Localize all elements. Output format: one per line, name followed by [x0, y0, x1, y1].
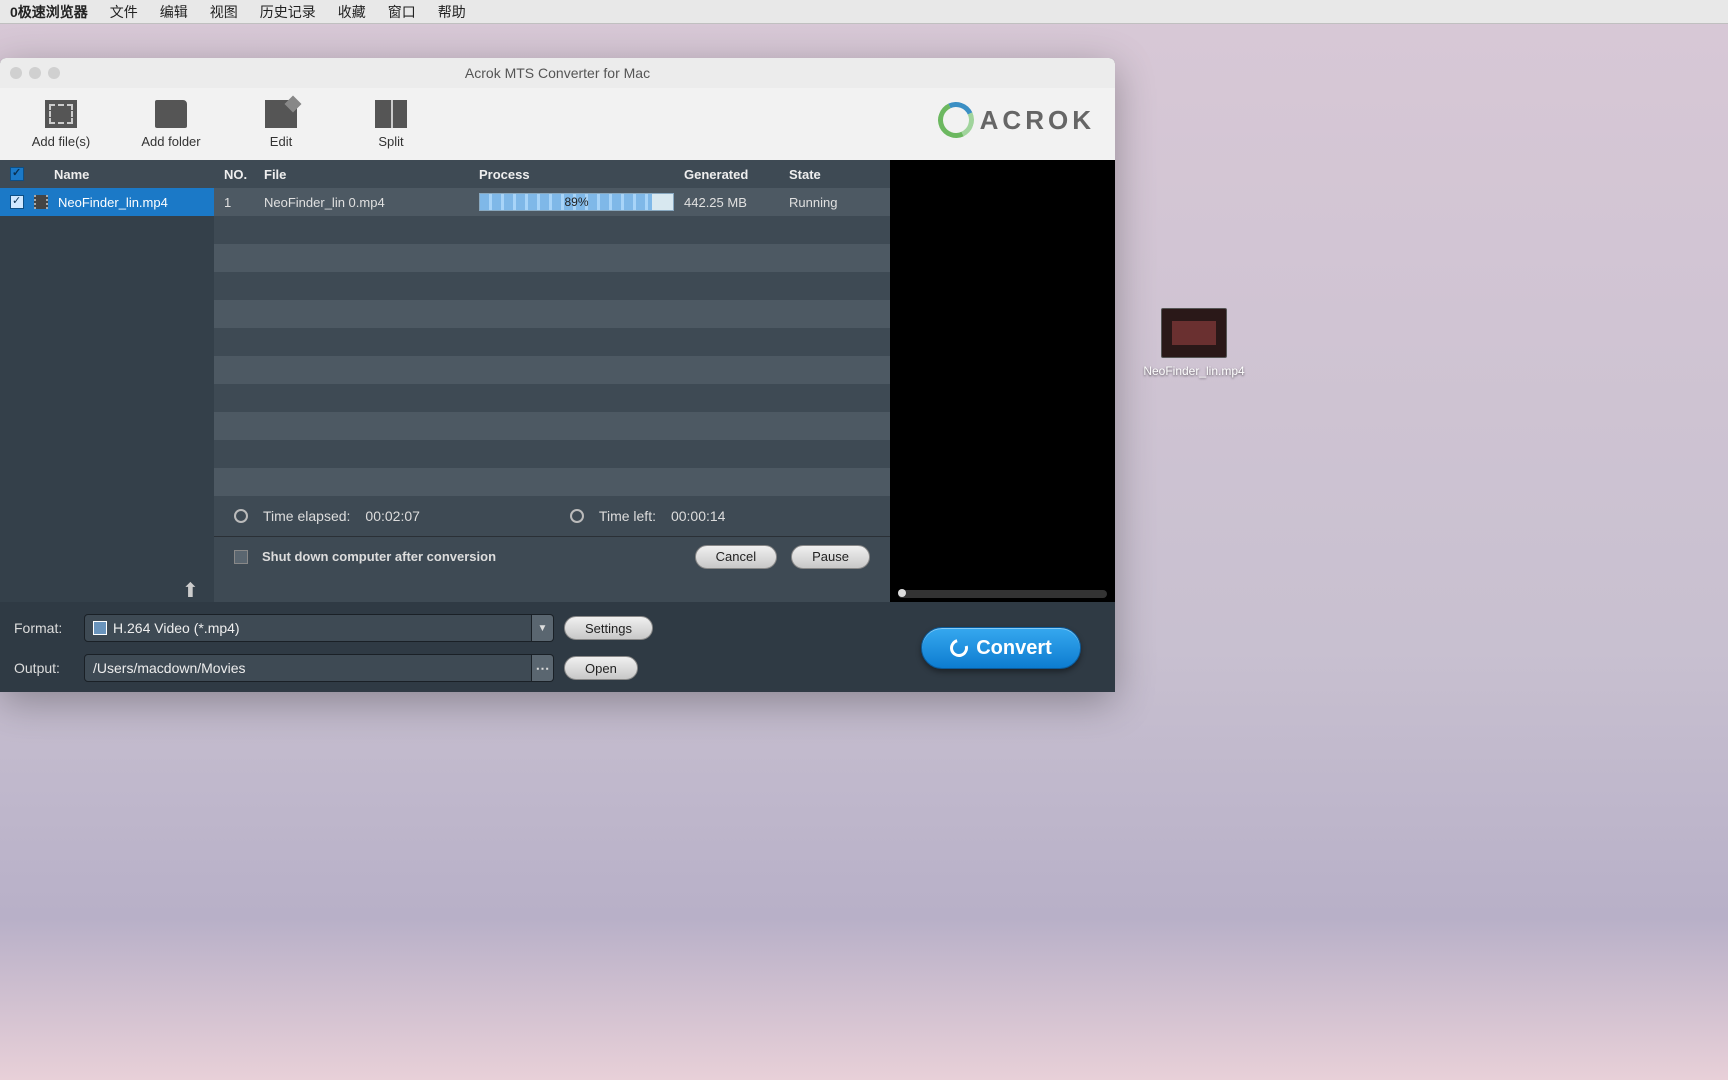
convert-label: Convert: [976, 637, 1052, 660]
format-label: Format:: [14, 620, 74, 636]
up-arrow-icon[interactable]: ⬆: [182, 578, 204, 600]
col-file: File: [264, 167, 479, 182]
time-bar: Time elapsed: 00:02:07 Time left: 00:00:…: [214, 496, 890, 536]
cell-process: 89%: [479, 193, 684, 211]
add-file-icon: [45, 100, 77, 128]
col-process: Process: [479, 167, 684, 182]
convert-button[interactable]: Convert: [921, 627, 1081, 669]
col-generated: Generated: [684, 167, 789, 182]
desktop-file-name: NeoFinder_lin.mp4: [1143, 364, 1244, 378]
cell-state: Running: [789, 195, 890, 210]
split-icon: [375, 100, 407, 128]
elapsed-label: Time elapsed:: [263, 508, 350, 524]
clock-icon: [234, 509, 248, 523]
logo-text: ACROK: [980, 105, 1095, 136]
add-file-label: Add file(s): [32, 134, 91, 149]
conversion-table: NO. File Process Generated State 1 NeoFi…: [214, 160, 890, 602]
convert-cycle-icon: [947, 636, 972, 661]
edit-button[interactable]: Edit: [226, 88, 336, 160]
video-preview[interactable]: [890, 160, 1115, 586]
toolbar: Add file(s) Add folder Edit Split ACROK: [0, 88, 1115, 160]
menu-help[interactable]: 帮助: [438, 2, 466, 22]
scrub-bar[interactable]: [898, 590, 1107, 598]
col-state: State: [789, 167, 890, 182]
bottom-bar: Format: H.264 Video (*.mp4) ▼ Settings 0…: [0, 602, 1115, 692]
menu-file[interactable]: 文件: [110, 2, 138, 22]
edit-label: Edit: [270, 134, 292, 149]
cell-generated: 442.25 MB: [684, 195, 789, 210]
app-window: Acrok MTS Converter for Mac Add file(s) …: [0, 58, 1115, 692]
menu-fav[interactable]: 收藏: [338, 2, 366, 22]
menu-edit[interactable]: 编辑: [160, 2, 188, 22]
file-checkbox[interactable]: [10, 195, 24, 209]
menu-history[interactable]: 历史记录: [260, 2, 316, 22]
format-field[interactable]: H.264 Video (*.mp4) ▼: [84, 614, 554, 642]
disk-icon: [93, 621, 107, 635]
window-title: Acrok MTS Converter for Mac: [0, 65, 1115, 81]
menu-window[interactable]: 窗口: [388, 2, 416, 22]
output-field[interactable]: /Users/macdown/Movies ⋯: [84, 654, 554, 682]
video-file-icon: [34, 195, 48, 209]
split-button[interactable]: Split: [336, 88, 446, 160]
progress-bar: 89%: [479, 193, 674, 211]
table-row[interactable]: 1 NeoFinder_lin 0.mp4 89% 442.25 MB Runn…: [214, 188, 890, 216]
shutdown-checkbox[interactable]: [234, 550, 248, 564]
left-label: Time left:: [599, 508, 656, 524]
menu-app[interactable]: 0极速浏览器: [10, 2, 88, 22]
elapsed-value: 00:02:07: [365, 508, 420, 524]
acrok-logo: ACROK: [938, 102, 1095, 138]
mac-menubar[interactable]: 0极速浏览器 文件 编辑 视图 历史记录 收藏 窗口 帮助: [0, 0, 1728, 24]
action-bar: Shut down computer after conversion Canc…: [214, 536, 890, 576]
cell-file: NeoFinder_lin 0.mp4: [264, 195, 479, 210]
col-no: NO.: [214, 167, 264, 182]
format-value: H.264 Video (*.mp4): [113, 620, 240, 636]
menu-view[interactable]: 视图: [210, 2, 238, 22]
table-header: NO. File Process Generated State: [214, 160, 890, 188]
progress-pct: 89%: [564, 195, 588, 209]
edit-icon: [265, 100, 297, 128]
cell-no: 1: [214, 195, 264, 210]
file-list-item[interactable]: NeoFinder_lin.mp4: [0, 188, 214, 216]
add-folder-icon: [155, 100, 187, 128]
shutdown-label: Shut down computer after conversion: [262, 549, 681, 564]
format-dropdown-icon[interactable]: ▼: [532, 614, 554, 642]
col-name-label: Name: [54, 167, 89, 182]
output-value: /Users/macdown/Movies: [93, 660, 246, 676]
titlebar[interactable]: Acrok MTS Converter for Mac: [0, 58, 1115, 88]
left-value: 00:00:14: [671, 508, 726, 524]
desktop-file[interactable]: NeoFinder_lin.mp4: [1158, 308, 1230, 378]
settings-button[interactable]: Settings: [564, 616, 653, 640]
table-body: 1 NeoFinder_lin 0.mp4 89% 442.25 MB Runn…: [214, 188, 890, 496]
browse-icon[interactable]: ⋯: [532, 654, 554, 682]
add-folder-label: Add folder: [141, 134, 200, 149]
pause-button[interactable]: Pause: [791, 545, 870, 569]
split-label: Split: [378, 134, 403, 149]
select-all-checkbox[interactable]: [10, 167, 24, 181]
output-label: Output:: [14, 660, 74, 676]
open-button[interactable]: Open: [564, 656, 638, 680]
file-list-header: Name: [0, 160, 214, 188]
cancel-button[interactable]: Cancel: [695, 545, 777, 569]
clock-icon: [570, 509, 584, 523]
logo-swirl-icon: [933, 97, 979, 143]
add-file-button[interactable]: Add file(s): [6, 88, 116, 160]
file-list-panel: Name NeoFinder_lin.mp4: [0, 160, 214, 602]
file-name: NeoFinder_lin.mp4: [58, 195, 168, 210]
video-thumb-icon: [1161, 308, 1227, 358]
add-folder-button[interactable]: Add folder: [116, 88, 226, 160]
preview-panel: [890, 160, 1115, 602]
